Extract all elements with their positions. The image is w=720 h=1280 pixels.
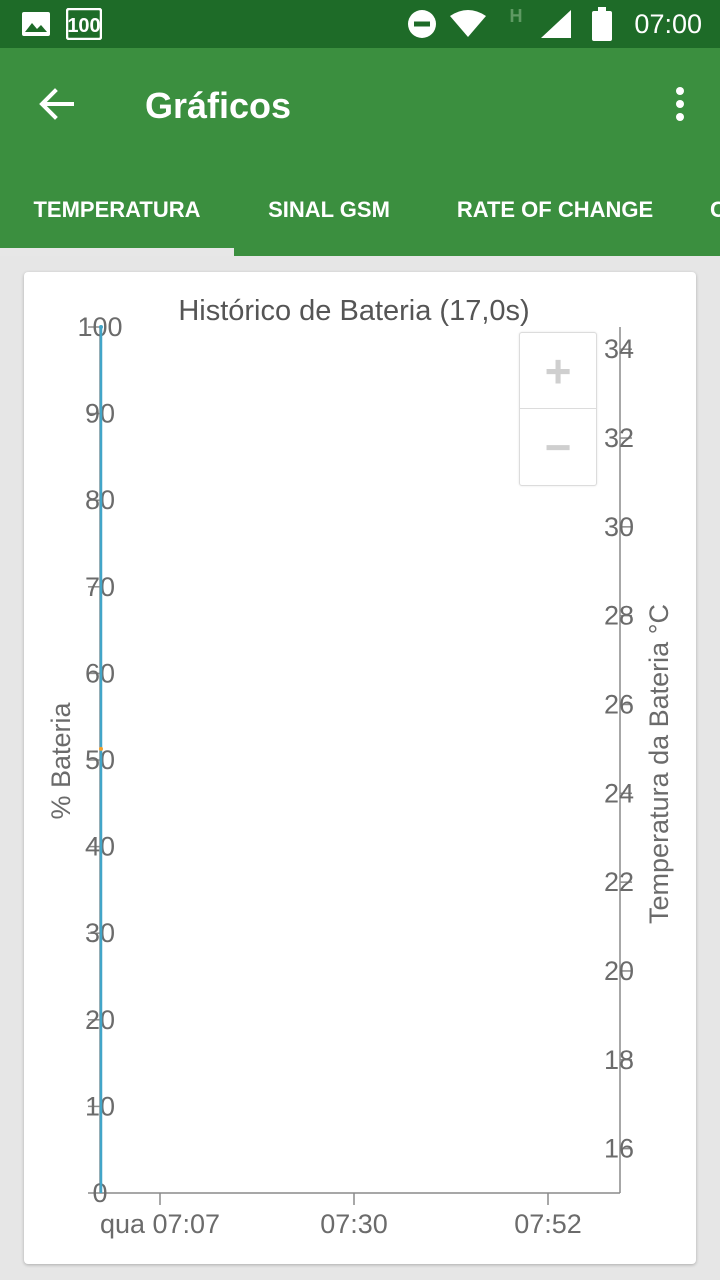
tab-partial[interactable]: C bbox=[710, 178, 720, 256]
overflow-menu-button[interactable] bbox=[660, 78, 700, 134]
status-time: 07:00 bbox=[634, 9, 702, 39]
app-bar: Gráficos TEMPERATURA SINAL GSM RATE OF C… bbox=[0, 48, 720, 256]
svg-text:100: 100 bbox=[67, 15, 100, 37]
image-icon bbox=[20, 0, 52, 48]
y2-tick-label: 24 bbox=[604, 778, 634, 808]
network-h-icon: H bbox=[509, 6, 523, 26]
y2-tick-label: 32 bbox=[604, 423, 634, 453]
zoom-out-button[interactable]: − bbox=[520, 409, 596, 485]
status-bar: 100 H 07:00 bbox=[0, 0, 720, 48]
badge-100-icon: 100 bbox=[66, 0, 102, 48]
y2-tick-label: 16 bbox=[604, 1134, 634, 1164]
x-tick-label: 07:30 bbox=[320, 1209, 388, 1239]
y2-axis-title: Temperatura da Bateria °C bbox=[644, 604, 674, 924]
chart-title: Histórico de Bateria (17,0s) bbox=[178, 295, 529, 327]
tab-bar: TEMPERATURA SINAL GSM RATE OF CHANGE C bbox=[0, 178, 720, 256]
y2-tick-label: 18 bbox=[604, 1045, 634, 1075]
y2-tick-label: 26 bbox=[604, 689, 634, 719]
temperature-series-point bbox=[99, 746, 103, 751]
zoom-in-button[interactable]: + bbox=[520, 333, 596, 409]
signal-icon bbox=[538, 0, 574, 48]
y-axis-title: % Bateria bbox=[46, 701, 76, 819]
x-tick-label: qua 07:07 bbox=[100, 1209, 220, 1239]
arrow-back-icon bbox=[38, 87, 74, 125]
tab-sinal-gsm[interactable]: SINAL GSM bbox=[234, 178, 424, 256]
y2-tick-label: 28 bbox=[604, 601, 634, 631]
wifi-icon bbox=[448, 0, 488, 48]
y2-tick-label: 20 bbox=[604, 956, 634, 986]
tab-temperatura[interactable]: TEMPERATURA bbox=[0, 178, 234, 256]
y2-tick-label: 30 bbox=[604, 512, 634, 542]
y2-tick-label: 34 bbox=[604, 334, 634, 364]
battery-icon bbox=[588, 0, 616, 48]
battery-series-point bbox=[99, 325, 103, 329]
tab-rate-of-change[interactable]: RATE OF CHANGE bbox=[424, 178, 686, 256]
do-not-disturb-icon bbox=[406, 0, 438, 48]
back-button[interactable] bbox=[26, 76, 86, 136]
page-title: Gráficos bbox=[145, 85, 292, 126]
more-vert-icon bbox=[675, 86, 685, 127]
chart-card: Histórico de Bateria (17,0s) 100 90 80 70 60 5… bbox=[24, 272, 696, 1264]
zoom-controls: + − bbox=[519, 332, 597, 486]
y2-tick-label: 22 bbox=[604, 867, 634, 897]
x-tick-label: 07:52 bbox=[514, 1209, 582, 1239]
